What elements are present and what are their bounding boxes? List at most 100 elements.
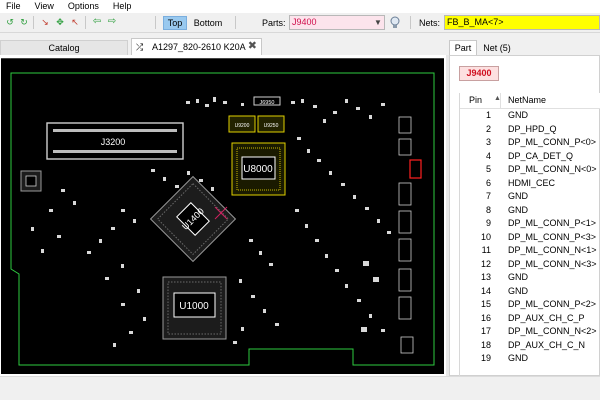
- table-row[interactable]: 17 DP_ML_CONN_N<2>: [460, 325, 600, 339]
- pin-number: 7: [485, 191, 491, 201]
- net-name: GND: [508, 353, 528, 363]
- pin-table: Pin ▲ NetName 1 GND 2 DP_HPD_Q 3 DP_ML_CONN_P…: [459, 93, 600, 376]
- pin-number: 19: [480, 353, 491, 363]
- net-name: GND: [508, 285, 528, 296]
- net-name: DP_ML_CONN_N<1>: [508, 245, 597, 255]
- net-name: DP_ML_CONN_P<2>: [508, 299, 597, 309]
- back-arrow-icon[interactable]: ⇦: [92, 17, 102, 27]
- tab-catalog[interactable]: Catalog: [0, 40, 128, 55]
- nets-combobox[interactable]: [444, 15, 600, 30]
- zoom-in-icon[interactable]: ↖: [70, 17, 80, 27]
- u9250-chip: U9250: [257, 115, 285, 133]
- part-panel: Part Net (5) J9400 Pin ▲ NetName 1 GND 2 DP…: [449, 38, 600, 376]
- table-row[interactable]: 1 GND: [460, 109, 600, 123]
- status-bar: [0, 376, 600, 400]
- selected-part-badge: J9400: [459, 66, 499, 81]
- pin-number: 1: [485, 110, 491, 120]
- zoom-fit-icon[interactable]: ✥: [55, 17, 65, 27]
- pin-number: 15: [480, 299, 491, 309]
- tab-net[interactable]: Net (5): [479, 41, 515, 55]
- pcb-drawing[interactable]: J3200 U8000 U9200 U9250 J6950 U1400 U100…: [1, 59, 444, 375]
- table-row[interactable]: 14 GND: [460, 285, 600, 299]
- tab-part[interactable]: Part: [449, 40, 477, 55]
- nets-label: Nets:: [419, 18, 441, 28]
- table-row[interactable]: 18 DP_AUX_CH_C_N: [460, 339, 600, 353]
- right-connector-column: [398, 116, 414, 354]
- j3200-connector: J3200: [46, 122, 184, 160]
- pin-number: 5: [485, 164, 491, 174]
- swap-icon: ⤮: [136, 42, 144, 52]
- zoom-out-icon[interactable]: ↘: [40, 17, 50, 27]
- lightbulb-icon[interactable]: [389, 16, 401, 30]
- table-row[interactable]: 5 DP_ML_CONN_N<0>: [460, 163, 600, 177]
- document-tabs: Catalog ⤮ A1297_820-2610 K20A ✖: [0, 38, 446, 55]
- rotate-right-icon[interactable]: ↻: [19, 17, 29, 27]
- pin-number: 13: [480, 272, 491, 282]
- u1000-label: U1000: [179, 301, 209, 312]
- table-row[interactable]: 4 DP_CA_DET_Q: [460, 150, 600, 164]
- board-viewer[interactable]: J3200 U8000 U9200 U9250 J6950 U1400 U100…: [1, 58, 444, 374]
- column-header-netname[interactable]: NetName: [508, 95, 546, 105]
- menu-options[interactable]: Options: [61, 0, 106, 13]
- table-row[interactable]: 9 DP_ML_CONN_P<1>: [460, 217, 600, 231]
- table-row[interactable]: 6 HDMI_CEC: [460, 177, 600, 191]
- table-row[interactable]: 2 DP_HPD_Q: [460, 123, 600, 137]
- pin-number: 9: [485, 218, 491, 228]
- net-name: DP_AUX_CH_C_N: [508, 339, 586, 350]
- pin-number: 3: [485, 137, 491, 147]
- table-row[interactable]: 7 GND: [460, 190, 600, 204]
- close-icon[interactable]: ✖: [248, 39, 257, 54]
- u1000-chip: U1000: [162, 276, 227, 340]
- j3200-label: J3200: [101, 137, 126, 147]
- table-row[interactable]: 13 GND: [460, 271, 600, 285]
- j9400-highlight: [409, 159, 422, 179]
- nets-input[interactable]: [447, 16, 597, 29]
- column-divider[interactable]: [500, 93, 501, 109]
- toolbar: ↺ ↻ ↘ ✥ ↖ ⇦ ⇨ Top Bottom Parts: ▼ Nets:: [0, 13, 600, 33]
- j6950-label: J6950: [260, 100, 275, 106]
- net-name: DP_ML_CONN_P<1>: [508, 218, 597, 228]
- bottom-side-button[interactable]: Bottom: [190, 16, 226, 30]
- table-row[interactable]: 8 GND: [460, 204, 600, 218]
- pin-number: 11: [481, 245, 491, 255]
- toolbar-divider: [85, 16, 86, 29]
- small-chip-core: [25, 175, 37, 187]
- net-name: GND: [508, 272, 528, 282]
- pin-number: 17: [480, 326, 491, 336]
- u8000-label: U8000: [243, 164, 273, 175]
- table-row[interactable]: 12 DP_ML_CONN_N<3>: [460, 258, 600, 272]
- menu-help[interactable]: Help: [106, 0, 139, 13]
- net-name: DP_ML_CONN_P<0>: [508, 137, 597, 147]
- pin-number: 18: [480, 339, 491, 350]
- table-row[interactable]: 15 DP_ML_CONN_P<2>: [460, 298, 600, 312]
- u9200-label: U9200: [235, 123, 250, 129]
- pin-number: 4: [485, 150, 491, 161]
- pin-number: 14: [480, 285, 491, 296]
- pin-number: 6: [485, 177, 491, 188]
- table-row[interactable]: 11 DP_ML_CONN_N<1>: [460, 244, 600, 258]
- part-panel-body: J9400 Pin ▲ NetName 1 GND 2 DP_HPD_Q 3 DP_ML_…: [449, 55, 600, 376]
- net-name: GND: [508, 191, 528, 201]
- pin-number: 10: [480, 231, 491, 242]
- table-row[interactable]: 10 DP_ML_CONN_P<3>: [460, 231, 600, 245]
- tab-board-file[interactable]: ⤮ A1297_820-2610 K20A ✖: [131, 38, 262, 55]
- table-row[interactable]: 16 DP_AUX_CH_C_P: [460, 312, 600, 326]
- table-row[interactable]: 3 DP_ML_CONN_P<0>: [460, 136, 600, 150]
- j6950-connector: J6950: [253, 96, 281, 106]
- parts-input[interactable]: [292, 16, 372, 29]
- pin-rows: 1 GND 2 DP_HPD_Q 3 DP_ML_CONN_P<0> 4 DP_CA_DET_…: [460, 109, 600, 366]
- table-row[interactable]: 19 GND: [460, 352, 600, 366]
- net-name: DP_ML_CONN_N<0>: [508, 164, 597, 174]
- top-side-button[interactable]: Top: [163, 16, 187, 30]
- parts-combobox[interactable]: ▼: [289, 15, 385, 30]
- forward-arrow-icon[interactable]: ⇨: [107, 17, 117, 27]
- toolbar-divider: [235, 16, 236, 29]
- menu-view[interactable]: View: [28, 0, 61, 13]
- column-header-pin[interactable]: Pin: [469, 95, 482, 105]
- pin-number: 8: [485, 204, 491, 215]
- rotate-left-icon[interactable]: ↺: [5, 17, 15, 27]
- net-name: DP_ML_CONN_P<3>: [508, 231, 597, 242]
- menu-file[interactable]: File: [0, 0, 28, 13]
- chevron-down-icon[interactable]: ▼: [373, 17, 383, 28]
- tab-board-label: A1297_820-2610 K20A: [152, 42, 246, 52]
